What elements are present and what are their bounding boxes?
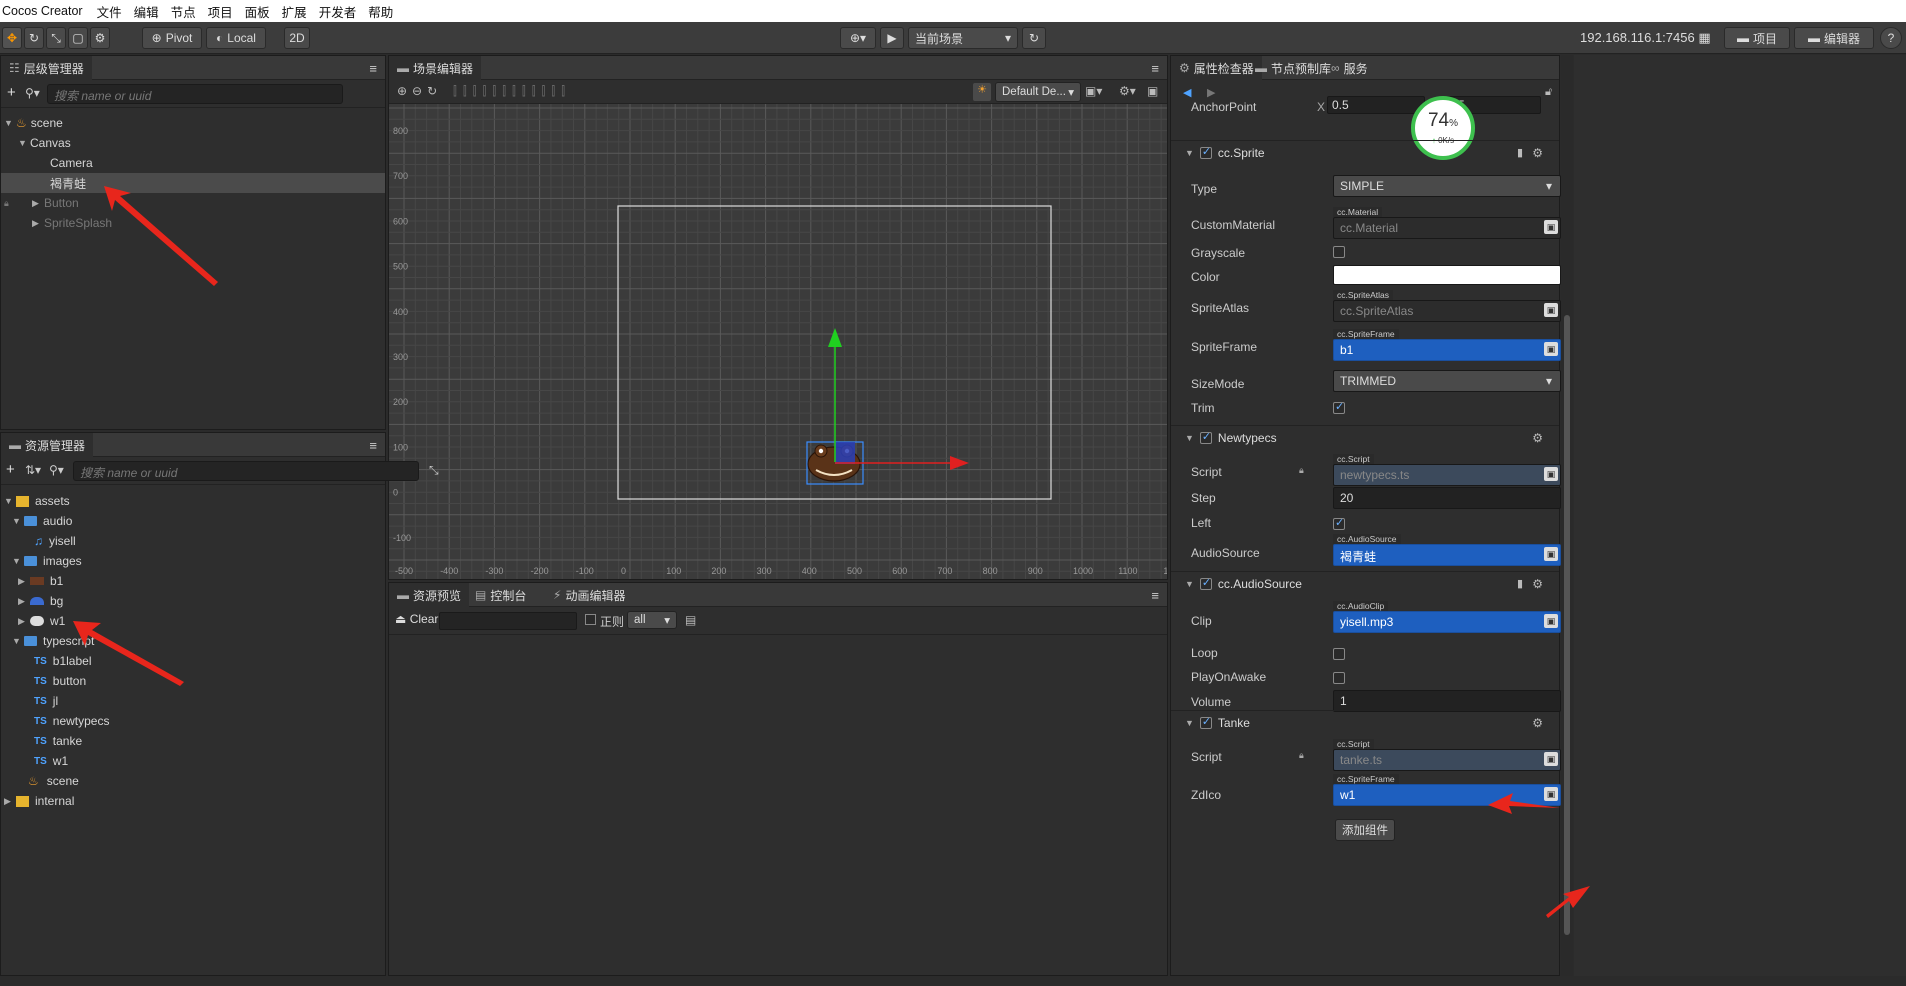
annotation-arrow-1	[104, 186, 218, 286]
annotation-arrow-3	[1488, 793, 1560, 814]
annotation-arrow-2	[73, 621, 184, 686]
annotation-overlay	[73, 186, 1590, 918]
annotation-arrow-4	[1546, 886, 1590, 918]
